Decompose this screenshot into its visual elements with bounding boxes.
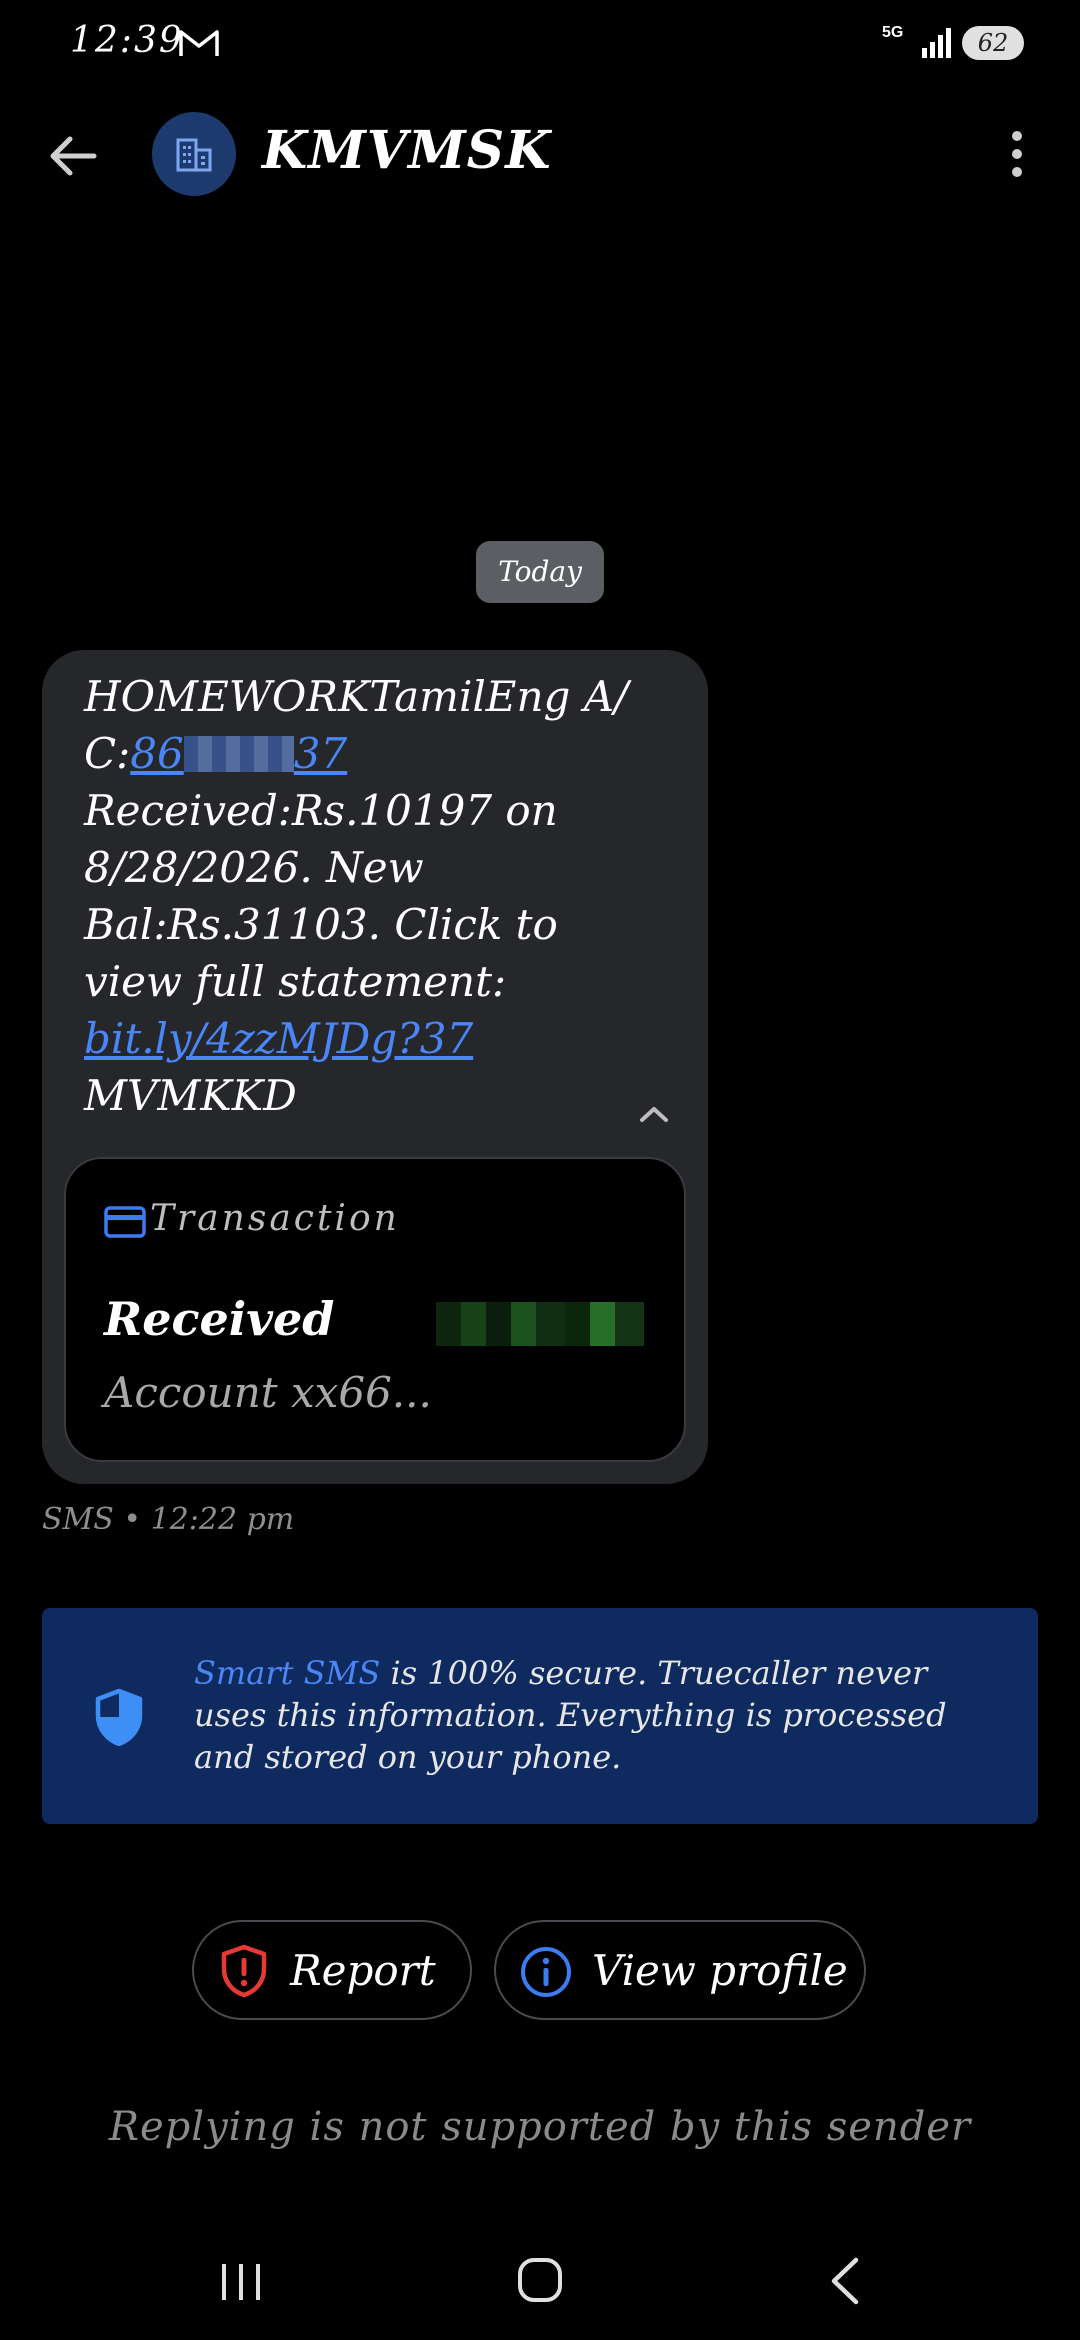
home-icon[interactable] (516, 2256, 564, 2304)
banner-text: Smart SMS is 100% secure. Truecaller nev… (194, 1652, 1004, 1778)
info-icon (521, 1947, 571, 1997)
more-options-icon[interactable] (1000, 124, 1034, 184)
account-prefix: C: (84, 729, 131, 778)
no-reply-notice: Replying is not supported by this sender (108, 2104, 972, 2150)
mail-icon (179, 30, 219, 56)
account-number-link[interactable]: 86 37 (130, 729, 347, 778)
message-body: Received:Rs.10197 on 8/28/2026. New Bal:… (84, 786, 558, 1006)
battery-level: 62 (977, 29, 1009, 57)
report-label: Report (290, 1946, 436, 1995)
network-5g-icon: 5G (882, 24, 916, 60)
account-number-masked (183, 736, 294, 772)
signal-icon (922, 28, 951, 58)
network-type: 5G (882, 24, 904, 41)
nav-back-icon[interactable] (826, 2256, 862, 2306)
recent-apps-icon[interactable] (216, 2262, 266, 2302)
date-chip: Today (476, 541, 604, 603)
chevron-up-icon[interactable] (634, 1100, 674, 1128)
transaction-amount-masked (436, 1302, 644, 1346)
status-time: 12:39 (70, 20, 184, 61)
back-arrow-icon[interactable] (44, 126, 104, 186)
credit-card-icon (104, 1206, 146, 1238)
sender-avatar[interactable] (152, 112, 236, 196)
statement-link[interactable]: bit.ly/4zzMJDg?37 (84, 1014, 473, 1063)
message-meta: SMS • 12:22 pm (42, 1502, 295, 1537)
business-building-icon (176, 138, 212, 172)
sender-name[interactable]: KMVMSK (262, 120, 551, 181)
account-number-start: 86 (130, 729, 184, 778)
transaction-account: Account xx66... (104, 1368, 432, 1417)
message-signature: MVMKKD (84, 1071, 297, 1120)
message-text: HOMEWORKTamilEng A/ C:86 37 Received:Rs.1… (84, 668, 664, 1124)
transaction-label: Transaction (150, 1198, 400, 1239)
shield-icon (95, 1688, 143, 1746)
view-profile-label: View profile (592, 1946, 848, 1995)
account-number-end: 37 (293, 729, 348, 778)
battery-icon: 62 (962, 26, 1024, 60)
transaction-title: Received (104, 1292, 335, 1346)
smart-sms-link[interactable]: Smart SMS (194, 1654, 380, 1692)
message-line1: HOMEWORKTamilEng A/ (84, 672, 629, 721)
report-shield-icon (221, 1944, 267, 1998)
